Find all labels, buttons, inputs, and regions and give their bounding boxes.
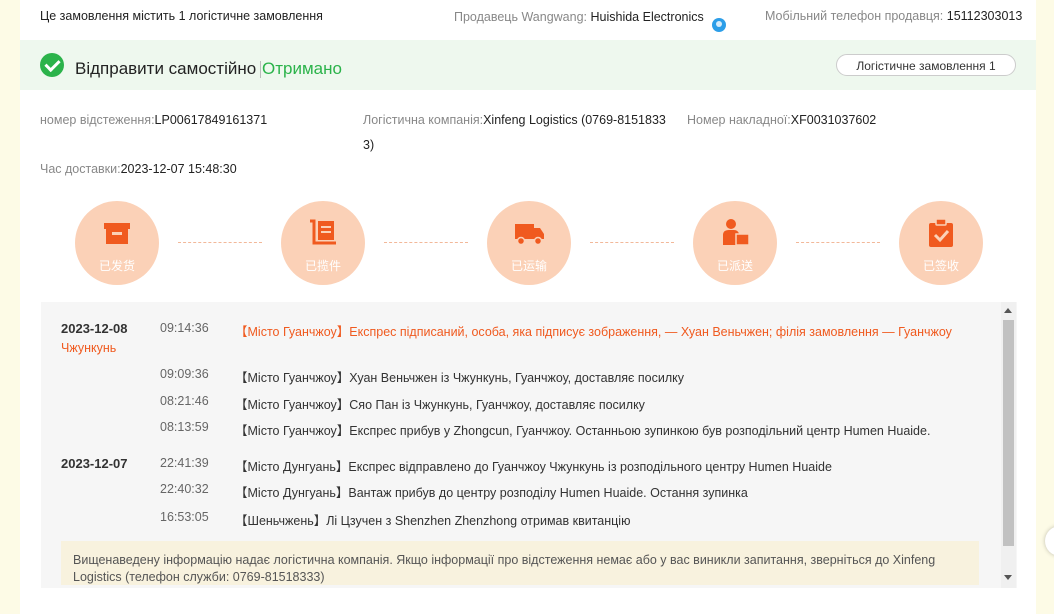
courier-icon bbox=[723, 219, 750, 246]
waybill-value: XF0031037602 bbox=[790, 113, 877, 127]
tracking-number: номер відстеження:LP00617849161371 bbox=[40, 113, 267, 127]
event-text-cont: Чжункунь bbox=[61, 341, 117, 355]
event-text: 【Місто Гуанчжоу】Експрес підписаний, особ… bbox=[235, 325, 952, 339]
step-signed: 已签收 bbox=[899, 201, 983, 285]
step-connector bbox=[590, 242, 674, 243]
seller-wangwang-label: Продавець Wangwang: bbox=[454, 10, 588, 24]
event-text: 【Місто Гуанчжоу】Сяо Пан із Чжункунь, Гуа… bbox=[235, 398, 645, 412]
seller-phone-value: 15112303013 bbox=[946, 9, 1023, 23]
delivery-time-label: Час доставки: bbox=[40, 162, 121, 176]
event-time: 08:21:46 bbox=[160, 394, 209, 408]
logistics-notice: Вищенаведену інформацію надає логістична… bbox=[61, 541, 979, 585]
event-text: 【Місто Дунгуань】Експрес відправлено до Г… bbox=[235, 460, 832, 474]
order-info-text: Це замовлення містить 1 логістичне замов… bbox=[40, 9, 323, 23]
event-time: 09:14:36 bbox=[160, 321, 209, 335]
tracking-number-value: LP00617849161371 bbox=[154, 113, 268, 127]
step-connector bbox=[796, 242, 880, 243]
tracking-number-label: номер відстеження: bbox=[40, 113, 155, 127]
event-date: 2023-12-08 bbox=[61, 321, 128, 336]
logistics-company-label: Логістична компанія: bbox=[363, 113, 484, 127]
tracking-scrollbar[interactable] bbox=[1001, 302, 1016, 588]
event-time: 08:13:59 bbox=[160, 420, 209, 434]
package-cart-icon bbox=[310, 219, 336, 245]
logistics-company-cont: 3) bbox=[363, 138, 374, 152]
event-text: 【Місто Гуанчжоу】Хуан Веньчжен із Чжункун… bbox=[235, 371, 684, 385]
seller-phone: Мобільний телефон продавця: 15112303013 bbox=[765, 9, 1022, 23]
check-circle-icon bbox=[40, 53, 64, 77]
floating-side-button[interactable] bbox=[1045, 526, 1054, 556]
step-connector bbox=[384, 242, 468, 243]
waybill-label: Номер накладної: bbox=[687, 113, 791, 127]
step-shipped: 已发货 bbox=[75, 201, 159, 285]
logistics-order-button[interactable]: Логістичне замовлення 1 bbox=[836, 54, 1016, 76]
status-title: Відправити самостійно bbox=[75, 59, 257, 78]
signed-clipboard-icon bbox=[929, 218, 953, 247]
status-divider bbox=[260, 61, 261, 78]
truck-icon bbox=[515, 224, 544, 246]
event-date: 2023-12-07 bbox=[61, 456, 128, 471]
logistics-company-value: Xinfeng Logistics (0769-8151833 bbox=[483, 113, 666, 127]
logistics-panel: Це замовлення містить 1 логістичне замов… bbox=[20, 0, 1036, 614]
step-label: 已运输 bbox=[510, 259, 547, 273]
step-collected: 已揽件 bbox=[281, 201, 365, 285]
event-text: 【Місто Дунгуань】Вантаж прибув до центру … bbox=[235, 486, 748, 500]
step-label: 已发货 bbox=[98, 259, 135, 273]
step-dispatched: 已派送 bbox=[693, 201, 777, 285]
delivery-time: Час доставки:2023-12-07 15:48:30 bbox=[40, 162, 237, 176]
logistics-company-value-cont: 3) bbox=[363, 138, 375, 152]
scroll-up-arrow-icon[interactable] bbox=[1004, 308, 1012, 313]
seller-name[interactable]: Huishida Electronics bbox=[591, 10, 704, 24]
step-in-transit: 已运输 bbox=[487, 201, 571, 285]
box-icon bbox=[104, 223, 130, 244]
delivery-time-value: 2023-12-07 15:48:30 bbox=[120, 162, 237, 176]
seller-phone-label: Мобільний телефон продавця: bbox=[765, 9, 944, 23]
event-time: 22:40:32 bbox=[160, 482, 209, 496]
event-time: 16:53:05 bbox=[160, 510, 209, 524]
logistics-company: Логістична компанія:Xinfeng Logistics (0… bbox=[363, 113, 666, 127]
scroll-down-arrow-icon[interactable] bbox=[1004, 575, 1012, 580]
step-label: 已派送 bbox=[716, 259, 753, 273]
wangwang-chat-icon[interactable] bbox=[711, 18, 726, 32]
waybill-number: Номер накладної:XF0031037602 bbox=[687, 113, 876, 127]
seller-wangwang: Продавець Wangwang: Huishida Electronics bbox=[454, 9, 726, 32]
scrollbar-thumb[interactable] bbox=[1003, 320, 1014, 546]
event-time: 22:41:39 bbox=[160, 456, 209, 470]
delivery-status-bar: Відправити самостійно Отримано Логістичн… bbox=[20, 40, 1036, 90]
event-time: 09:09:36 bbox=[160, 367, 209, 381]
step-label: 已揽件 bbox=[304, 259, 341, 273]
step-connector bbox=[178, 242, 262, 243]
event-text: 【Місто Гуанчжоу】Експрес прибув у Zhongcu… bbox=[235, 424, 931, 438]
order-info-bar: Це замовлення містить 1 логістичне замов… bbox=[20, 0, 1036, 38]
status-received: Отримано bbox=[262, 59, 342, 78]
event-text: 【Шеньчжень】Лі Цзучен з Shenzhen Zhenzhon… bbox=[235, 514, 631, 528]
step-label: 已签收 bbox=[922, 259, 959, 273]
